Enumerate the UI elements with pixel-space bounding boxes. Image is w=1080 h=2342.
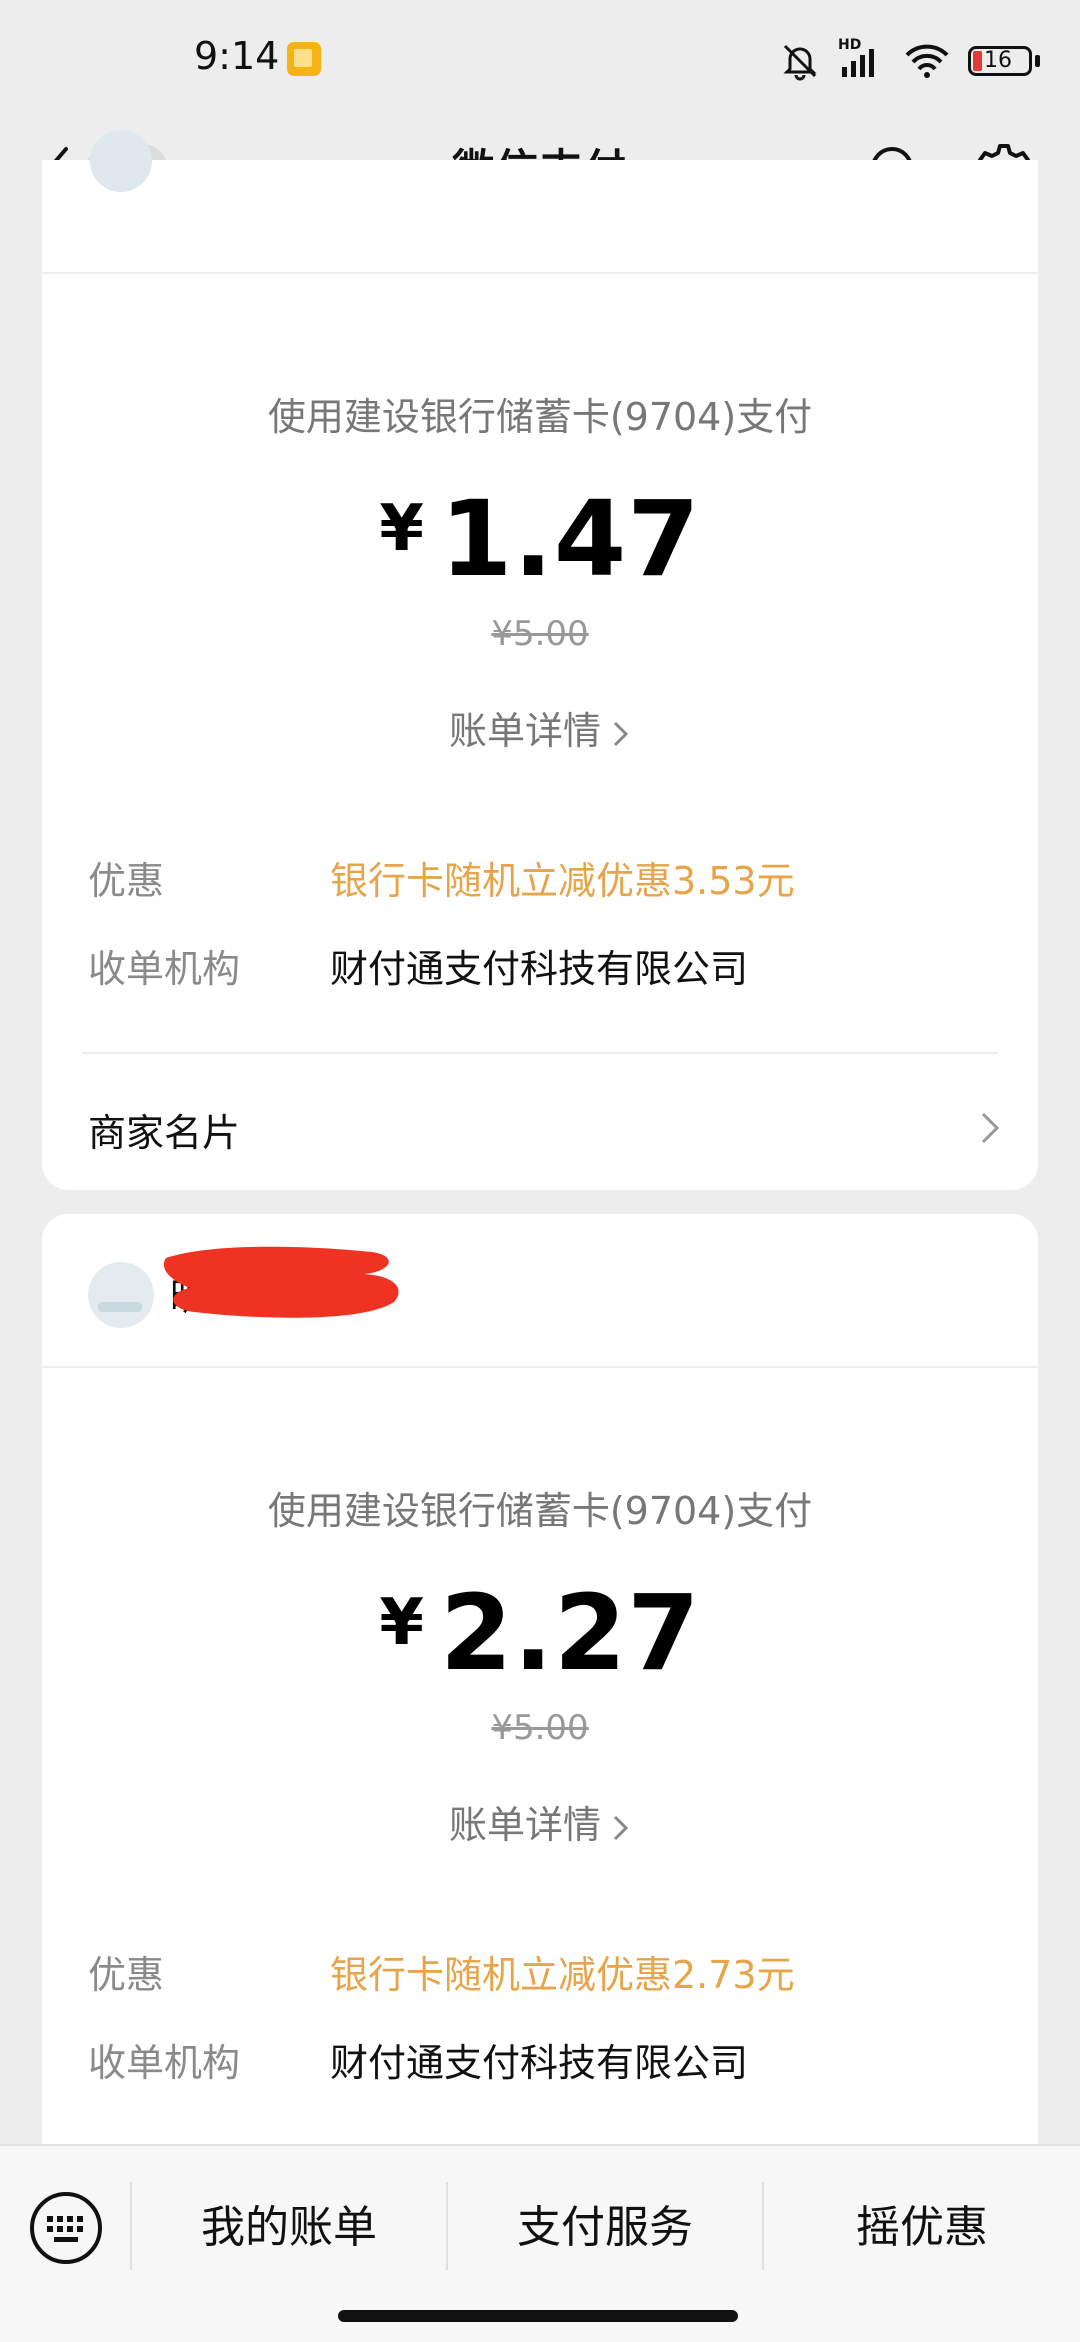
status-bar: 9:14 HD 16 <box>0 0 1080 120</box>
mute-bell-icon <box>783 44 817 81</box>
divider <box>42 1366 1038 1368</box>
payment-amount: ¥2.27 <box>42 1572 1038 1694</box>
gallery-notification-icon <box>287 42 321 76</box>
original-amount: ¥5.00 <box>491 1708 589 1748</box>
amount-value: 2.27 <box>439 1572 701 1694</box>
chevron-right-icon <box>613 721 629 746</box>
acquirer-label: 收单机构 <box>88 947 241 991</box>
bill-details-link[interactable]: 账单详情 <box>42 700 1038 755</box>
status-icons: HD 16 <box>780 36 1040 86</box>
keyboard-icon[interactable] <box>28 2190 104 2266</box>
merchant-card-label: 商家名片 <box>88 1111 241 1155</box>
redaction-mark <box>163 1246 399 1318</box>
menu-my-bills[interactable]: 我的账单 <box>132 2178 446 2278</box>
home-indicator[interactable] <box>338 2310 738 2322</box>
acquirer-value: 财付通支付科技有限公司 <box>330 947 749 991</box>
battery-level: 16 <box>984 48 1012 73</box>
menu-shake-offers[interactable]: 摇优惠 <box>764 2178 1080 2278</box>
transaction-card: 昈 使用建设银行储蓄卡(9704)支付 ¥2.27 ¥5.00 账单详情 优惠 … <box>42 1214 1038 2214</box>
bill-details-label: 账单详情 <box>448 709 601 753</box>
discount-value: 银行卡随机立减优惠3.53元 <box>330 859 795 903</box>
chevron-right-icon <box>981 1112 1000 1144</box>
bill-details-link[interactable]: 账单详情 <box>42 1794 1038 1849</box>
wifi-icon <box>905 44 949 78</box>
merchant-avatar <box>88 1262 154 1328</box>
discount-value: 银行卡随机立减优惠2.73元 <box>330 1953 795 1997</box>
battery-icon: 16 <box>968 44 1040 78</box>
transaction-card: 使用建设银行储蓄卡(9704)支付 ¥1.47 ¥5.00 账单详情 优惠 银行… <box>42 130 1038 1190</box>
bill-details-label: 账单详情 <box>448 1803 601 1847</box>
amount-value: 1.47 <box>439 478 701 600</box>
original-amount: ¥5.00 <box>491 614 589 654</box>
cellular-signal-icon: HD <box>838 37 886 81</box>
payment-method: 使用建设银行储蓄卡(9704)支付 <box>267 1489 813 1533</box>
chevron-right-icon <box>613 1815 629 1840</box>
payment-method: 使用建设银行储蓄卡(9704)支付 <box>267 395 813 439</box>
divider <box>82 1052 998 1054</box>
divider <box>42 272 1038 274</box>
merchant-avatar <box>90 130 152 192</box>
status-time: 9:14 <box>194 34 280 78</box>
acquirer-value: 财付通支付科技有限公司 <box>330 2041 749 2085</box>
currency-symbol: ¥ <box>379 492 424 566</box>
currency-symbol: ¥ <box>379 1586 424 1660</box>
payment-amount: ¥1.47 <box>42 478 1038 600</box>
acquirer-label: 收单机构 <box>88 2041 241 2085</box>
menu-payment-services[interactable]: 支付服务 <box>448 2178 762 2278</box>
discount-label: 优惠 <box>88 859 165 903</box>
discount-label: 优惠 <box>88 1953 165 1997</box>
merchant-card-row[interactable]: 商家名片 <box>42 1078 1038 1178</box>
